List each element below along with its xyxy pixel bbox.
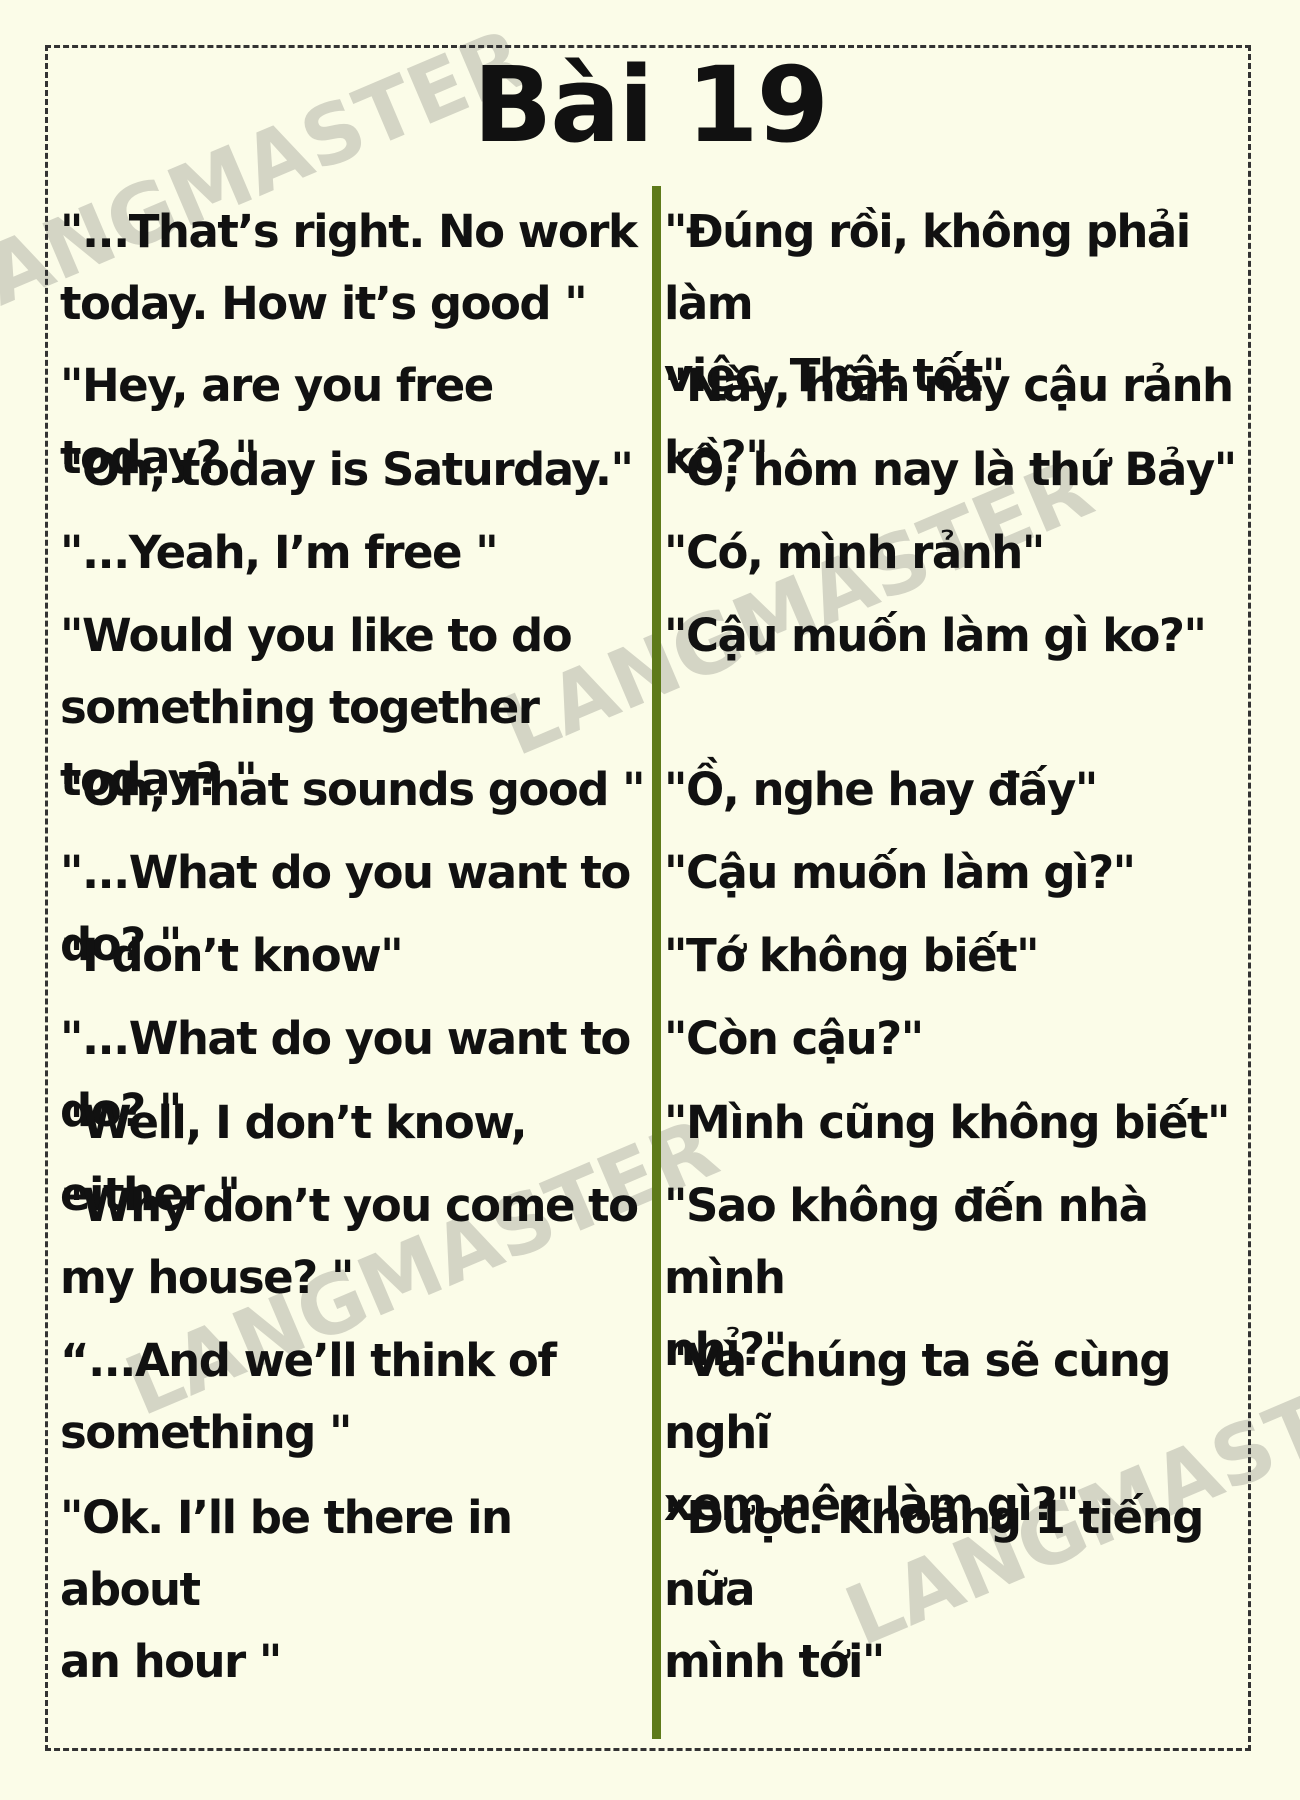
english-line: "I don’t know" [60, 929, 404, 982]
vietnamese-line: "Ồ, hôm nay là thứ Bảy" [664, 443, 1237, 496]
vietnamese-line: "Mình cũng không biết" [664, 1096, 1230, 1149]
column-divider [652, 186, 661, 1739]
english-line: "Ok. I’ll be there in about an hour " [60, 1491, 513, 1688]
english-line: "Oh, That sounds good " [60, 763, 646, 816]
vietnamese-line: "Còn cậu?" [664, 1012, 924, 1065]
vietnamese-line: "Được. Khoảng 1 tiếng nữa mình tới" [664, 1491, 1204, 1688]
vietnamese-line: "Có, mình rảnh" [664, 526, 1045, 579]
vietnamese-line: "Tớ không biết" [664, 929, 1040, 982]
vietnamese-line: "Ồ, nghe hay đấy" [664, 763, 1098, 816]
english-line: "...That’s right. No work today. How it’… [60, 205, 638, 330]
english-line: "Why don’t you come to my house? " [60, 1179, 639, 1304]
english-line: "...Yeah, I’m free " [60, 526, 499, 579]
vietnamese-line: "Cậu muốn làm gì ko?" [664, 609, 1207, 662]
page-title: Bài 19 [472, 44, 829, 166]
english-line: “...And we’ll think of something " [60, 1334, 557, 1459]
vietnamese-line: "Cậu muốn làm gì?" [664, 846, 1136, 899]
english-line: "Oh, today is Saturday." [60, 443, 634, 496]
